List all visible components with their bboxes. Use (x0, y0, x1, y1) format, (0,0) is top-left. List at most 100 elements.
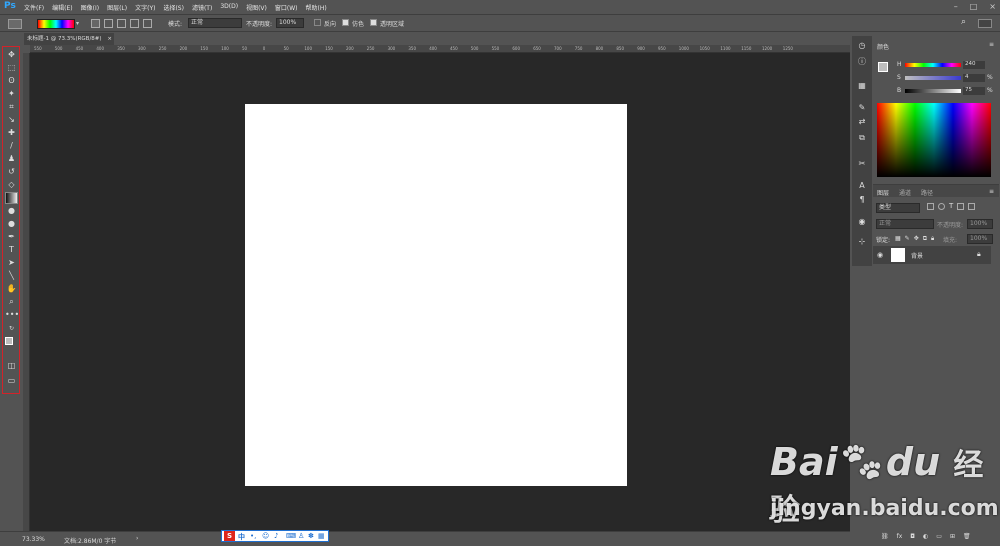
menu-layer[interactable]: 图层(L) (107, 3, 127, 12)
filter-pixel-icon[interactable] (927, 203, 934, 210)
filter-type-icon[interactable]: T (949, 203, 953, 210)
person-icon[interactable]: ♙ (298, 532, 304, 540)
lock-position-icon[interactable]: ✥ (914, 235, 919, 243)
history-brush-icon[interactable]: ↺ (5, 166, 18, 178)
swap-colors-icon[interactable]: ↻ (5, 323, 18, 335)
menu-3d[interactable]: 3D(D) (220, 3, 238, 12)
magic-wand-icon[interactable]: ✦ (5, 88, 18, 100)
sogou-logo-icon[interactable]: S (224, 531, 235, 541)
minimize-icon[interactable]: – (954, 2, 958, 11)
blur-tool-icon[interactable]: ● (5, 205, 18, 217)
s-input[interactable]: 4 (963, 74, 985, 82)
menu-file[interactable]: 文件(F) (24, 3, 44, 12)
panel-menu-icon[interactable]: ≡ (989, 41, 994, 48)
new-layer-icon[interactable]: ⊞ (950, 533, 955, 540)
menu-view[interactable]: 视图(V) (246, 3, 267, 12)
tool-presets-icon[interactable]: ✂ (856, 158, 868, 170)
mic-icon[interactable]: ♪ (274, 532, 278, 540)
delete-layer-icon[interactable]: 🗑︎ (963, 533, 971, 540)
h-input[interactable]: 240 (963, 61, 985, 69)
layers-menu-icon[interactable]: ≡ (989, 188, 994, 195)
toolbox-icon[interactable]: ▦ (318, 532, 325, 540)
clone-stamp-icon[interactable]: ♟ (5, 153, 18, 165)
3d-icon[interactable]: ◉ (856, 216, 868, 228)
color-spectrum[interactable] (877, 103, 991, 177)
healing-brush-icon[interactable]: ✚ (5, 127, 18, 139)
filter-smart-icon[interactable] (968, 203, 976, 210)
menu-filter[interactable]: 滤镜(T) (192, 3, 212, 12)
info-icon[interactable]: ⓘ (856, 56, 868, 68)
menu-help[interactable]: 帮助(H) (306, 3, 327, 12)
emoji-icon[interactable]: ☺ (262, 532, 269, 540)
dither-checkbox[interactable] (342, 19, 349, 26)
reverse-checkbox[interactable] (314, 19, 321, 26)
dodge-tool-icon[interactable]: ● (5, 218, 18, 230)
opacity-input[interactable]: 100% (276, 18, 304, 28)
new-group-icon[interactable]: ▭ (936, 533, 942, 540)
mode-select[interactable]: 正常 (188, 18, 242, 28)
type-tool-icon[interactable]: T (5, 244, 18, 256)
brightness-slider[interactable] (905, 89, 961, 93)
eyedropper-icon[interactable]: ↘ (5, 114, 18, 126)
fill-input[interactable]: 100% (967, 234, 993, 244)
menu-edit[interactable]: 编辑(E) (52, 3, 72, 12)
fx-icon[interactable]: fx (897, 533, 903, 540)
ime-lang[interactable]: 中 (238, 532, 245, 542)
character-icon[interactable]: A (856, 180, 868, 192)
skin-icon[interactable]: ✽ (308, 532, 314, 540)
chevron-down-icon[interactable]: ▾ (76, 20, 79, 27)
move-tool-icon[interactable]: ✥ (5, 49, 18, 61)
close-icon[interactable]: × (989, 2, 996, 11)
menu-window[interactable]: 窗口(W) (275, 3, 298, 12)
quick-mask-icon[interactable]: ◫ (5, 360, 18, 372)
filter-kind-select[interactable]: 类型 (876, 203, 920, 213)
hand-tool-icon[interactable]: ✋ (5, 283, 18, 295)
lasso-tool-icon[interactable]: ʘ (5, 75, 18, 87)
layer-row[interactable]: ◉ 背景 🔒︎ (873, 246, 991, 264)
foreground-swatch[interactable] (878, 62, 888, 72)
lock-transparent-icon[interactable]: ▦ (895, 235, 901, 243)
filter-adjust-icon[interactable] (938, 203, 945, 210)
b-input[interactable]: 75 (963, 87, 985, 95)
layer-name[interactable]: 背景 (911, 251, 923, 260)
zoom-tool-icon[interactable]: ⌕ (5, 296, 18, 308)
tab-channels[interactable]: 通道 (899, 188, 911, 197)
lock-all-icon[interactable]: 🔒︎ (931, 235, 934, 243)
transparency-checkbox[interactable] (370, 19, 377, 26)
document-tab[interactable]: 未标题-1 @ 73.3%(RGB/8#) × (24, 33, 114, 45)
add-mask-icon[interactable]: ◘ (910, 533, 915, 540)
paragraph-icon[interactable]: ¶ (856, 194, 868, 206)
eraser-icon[interactable]: ◇ (5, 179, 18, 191)
crop-tool-icon[interactable]: ⌗ (5, 101, 18, 113)
tab-paths[interactable]: 路径 (921, 188, 933, 197)
radial-gradient-icon[interactable] (104, 19, 113, 28)
tab-layers[interactable]: 图层 (877, 188, 889, 197)
maximize-icon[interactable]: □ (970, 2, 978, 11)
close-tab-icon[interactable]: × (107, 36, 112, 42)
brush-preset-icon[interactable]: ✎ (856, 102, 868, 114)
punctuation-icon[interactable]: •, (250, 532, 256, 540)
workspace-icon[interactable] (978, 19, 992, 28)
brush-tool-icon[interactable]: / (5, 140, 18, 152)
diamond-gradient-icon[interactable] (143, 19, 152, 28)
document-canvas[interactable] (245, 104, 627, 486)
reflected-gradient-icon[interactable] (130, 19, 139, 28)
angle-gradient-icon[interactable] (117, 19, 126, 28)
menu-image[interactable]: 图像(I) (81, 3, 99, 12)
path-selection-icon[interactable]: ➤ (5, 257, 18, 269)
blend-mode-select[interactable]: 正常 (876, 219, 934, 229)
foreground-color[interactable] (5, 337, 13, 345)
adjustment-layer-icon[interactable]: ◐ (923, 533, 928, 540)
adjustments-icon[interactable]: ⇄ (856, 116, 868, 128)
search-icon[interactable]: ⌕ (961, 17, 966, 27)
lock-artboard-icon[interactable]: ⧉ (923, 235, 927, 243)
color-tab[interactable]: 颜色 (877, 42, 889, 51)
navigator-icon[interactable]: ⊹ (856, 236, 868, 248)
pen-tool-icon[interactable]: ✒ (5, 231, 18, 243)
screen-mode-icon[interactable]: ▭ (5, 375, 18, 387)
saturation-slider[interactable] (905, 76, 961, 80)
menu-type[interactable]: 文字(Y) (135, 3, 155, 12)
clone-source-icon[interactable]: ⧉ (856, 132, 868, 144)
zoom-level[interactable]: 73.33% (22, 536, 45, 543)
visibility-eye-icon[interactable]: ◉ (877, 251, 883, 259)
